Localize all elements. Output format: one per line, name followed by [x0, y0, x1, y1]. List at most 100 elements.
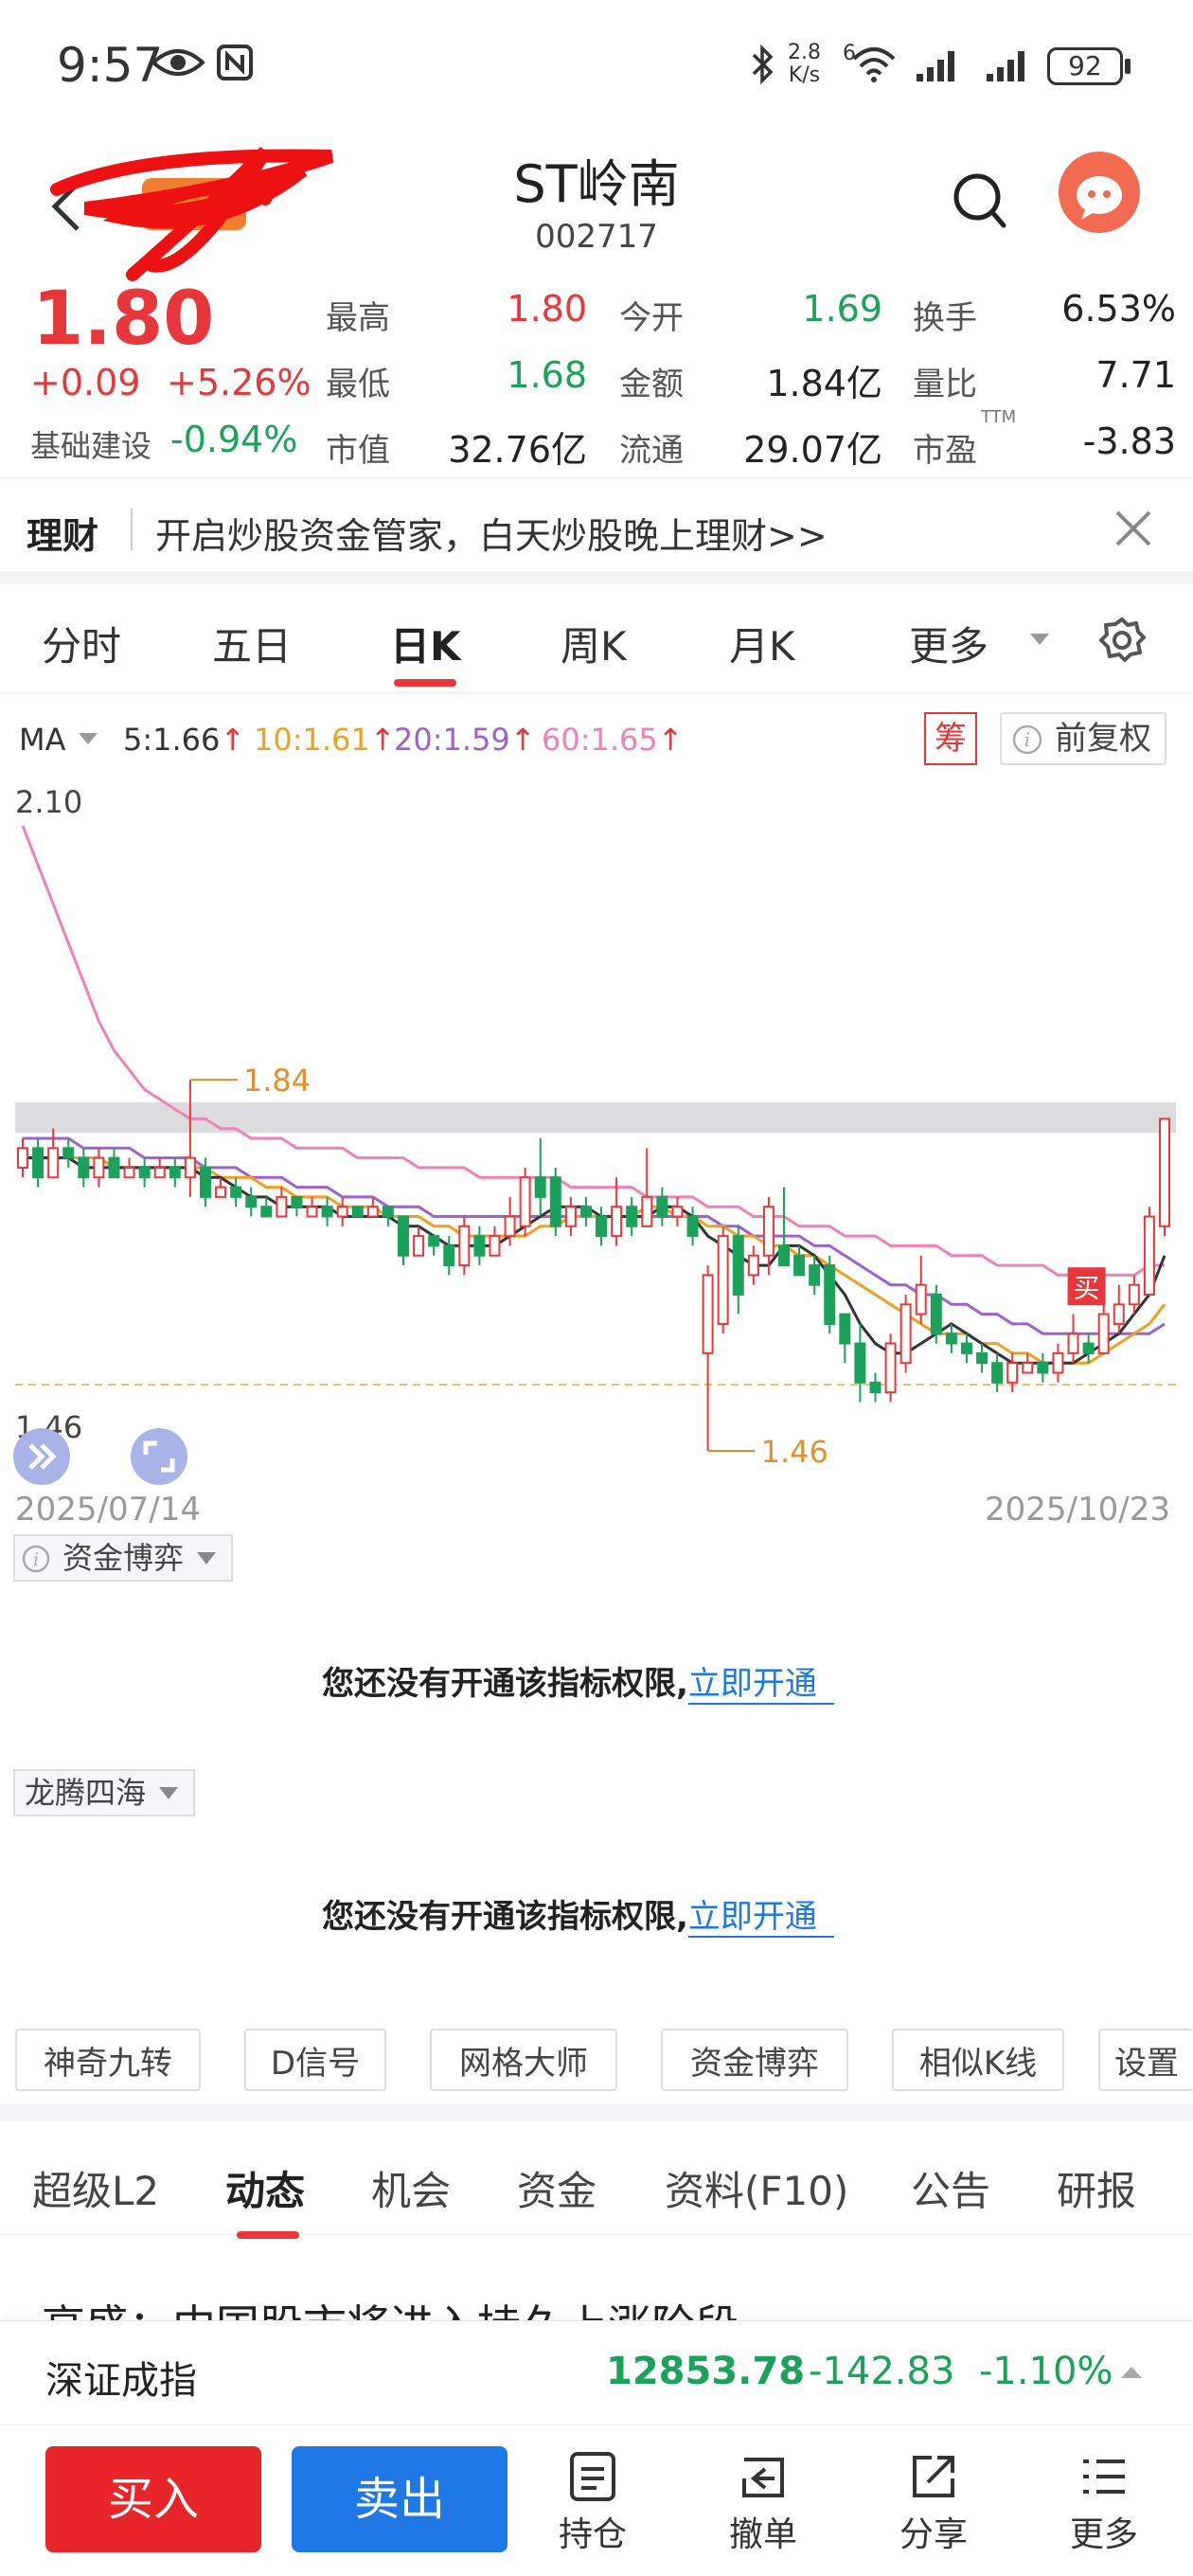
tool-button-nine-turn[interactable]: 神奇九转 [15, 2029, 201, 2091]
ma20-legend: 20:1.59↑ [394, 722, 536, 758]
candle-body [596, 1215, 608, 1238]
unlock-link-1[interactable]: 立即开通 [687, 1665, 834, 1705]
candle [1052, 1343, 1064, 1383]
amount-label: 金额 [619, 366, 684, 403]
tool-button-similar-k[interactable]: 相似K线 [892, 2029, 1064, 2091]
candle [960, 1333, 972, 1364]
pe-label: 市盈 [913, 432, 977, 470]
candle-body [824, 1264, 836, 1325]
high-annotation: 1.84 [243, 1063, 311, 1099]
candle [1006, 1352, 1019, 1393]
indicator-locked-message-1: 您还没有开通该指标权限,立即开通 [322, 1657, 834, 1705]
candle [884, 1333, 897, 1403]
candle [824, 1255, 836, 1334]
tab-dynamics[interactable]: 动态 [225, 2159, 305, 2217]
candle-body [641, 1195, 653, 1227]
nav-cancel-order[interactable]: 撤单 [706, 2446, 820, 2556]
expand-left-button[interactable] [13, 1428, 70, 1485]
tab-super-l2[interactable]: 超级L2 [32, 2159, 159, 2217]
sell-button[interactable]: 卖出 [292, 2446, 507, 2552]
candle-body [1022, 1362, 1034, 1374]
active-tab-indicator [394, 679, 456, 687]
tab-more[interactable]: 更多 [909, 615, 988, 672]
candle-body [915, 1283, 927, 1315]
nav-more[interactable]: 更多 [1047, 2446, 1161, 2556]
tab-funds[interactable]: 资金 [517, 2159, 596, 2217]
candle-body [153, 1166, 166, 1179]
sector-name[interactable]: 基础建设 [30, 422, 151, 466]
tab-research[interactable]: 研报 [1057, 2159, 1136, 2217]
candle [123, 1157, 135, 1179]
turnover-label: 换手 [913, 299, 977, 337]
candle-body [854, 1342, 866, 1384]
nav-positions[interactable]: 持仓 [536, 2446, 650, 2556]
candle-body [869, 1381, 881, 1394]
promo-tag: 理财 [27, 515, 99, 557]
tool-button-fund-game[interactable]: 资金博弈 [661, 2029, 848, 2091]
tab-daily-k[interactable]: 日K [390, 615, 461, 672]
tab-five-day[interactable]: 五日 [212, 615, 292, 672]
sector-change-pct: -0.94% [170, 419, 298, 460]
low-annotation: 1.46 [761, 1434, 828, 1470]
close-icon[interactable] [1113, 509, 1153, 548]
candle-body [215, 1186, 227, 1198]
x-axis-end-label: 2025/10/23 [985, 1491, 1170, 1529]
candle [336, 1196, 348, 1226]
unlock-link-2[interactable]: 立即开通 [687, 1898, 834, 1938]
tab-f10[interactable]: 资料(F10) [665, 2159, 848, 2217]
candle-body [47, 1147, 60, 1179]
last-price: 1.80 [32, 277, 215, 362]
tab-opportunity[interactable]: 机会 [371, 2159, 451, 2217]
assistant-avatar[interactable] [1059, 152, 1140, 233]
tool-button-settings[interactable]: 设置 [1098, 2029, 1193, 2091]
buy-button[interactable]: 买入 [45, 2446, 261, 2552]
indicator-locked-message-2: 您还没有开通该指标权限,立即开通 [322, 1890, 834, 1938]
fullscreen-button[interactable] [131, 1428, 187, 1485]
promo-divider [131, 509, 133, 550]
candle-body [321, 1206, 333, 1218]
kline-svg[interactable]: 1.84 1.46 买 [0, 788, 1193, 1489]
promo-banner[interactable]: 理财 开启炒股资金管家，白天炒股晚上理财>> [0, 478, 1193, 584]
cancel-order-icon [742, 2458, 784, 2497]
tab-monthly-k[interactable]: 月K [729, 615, 795, 672]
candle [32, 1138, 45, 1188]
chevron-up-icon[interactable] [1119, 2363, 1144, 2382]
search-icon[interactable] [951, 170, 1009, 235]
mcap-value: 32.76亿 [448, 429, 587, 471]
candle [428, 1235, 440, 1256]
ma-dropdown-icon[interactable] [78, 731, 98, 746]
market-index-bar[interactable]: 深证成指 12853.78 -142.83 -1.10% [0, 2320, 1193, 2424]
candle [899, 1295, 912, 1373]
status-time: 9:57 [57, 38, 164, 93]
volratio-label: 量比 [913, 366, 977, 403]
news-headline[interactable]: 高盛：中国股市将进入持久上涨阶段 [42, 2292, 739, 2320]
candle [1082, 1333, 1095, 1364]
info-icon: i [1012, 724, 1042, 755]
candle [1097, 1304, 1110, 1354]
tool-button-grid-master[interactable]: 网格大师 [430, 2029, 617, 2091]
tab-minute[interactable]: 分时 [42, 615, 121, 672]
section-gap [0, 2104, 1193, 2121]
tab-announcements[interactable]: 公告 [911, 2159, 990, 2217]
candle [641, 1148, 653, 1227]
candle [321, 1196, 333, 1226]
kline-chart-area[interactable]: MA 5:1.66↑ 10:1.61↑ 20:1.59↑ 60:1.65↑ 筹 … [0, 693, 1193, 1546]
candle [184, 1080, 196, 1197]
candle [489, 1225, 501, 1257]
candle [976, 1343, 988, 1373]
candle [17, 1138, 28, 1178]
tool-button-d-signal[interactable]: D信号 [244, 2029, 386, 2091]
low-value: 1.68 [507, 354, 587, 396]
gear-icon[interactable] [1098, 617, 1146, 664]
candle-body [458, 1225, 471, 1267]
candle-body [443, 1244, 455, 1267]
nav-share[interactable]: 分享 [877, 2446, 990, 2556]
candle [351, 1206, 364, 1218]
chip-distribution-button[interactable]: 筹 [924, 712, 977, 765]
candle-body [1006, 1362, 1019, 1384]
promo-text[interactable]: 开启炒股资金管家，白天炒股晚上理财>> [155, 507, 828, 559]
wifi-icon [852, 47, 896, 82]
ma-label[interactable]: MA [19, 722, 66, 758]
tab-weekly-k[interactable]: 周K [561, 615, 627, 672]
candle [671, 1196, 684, 1226]
